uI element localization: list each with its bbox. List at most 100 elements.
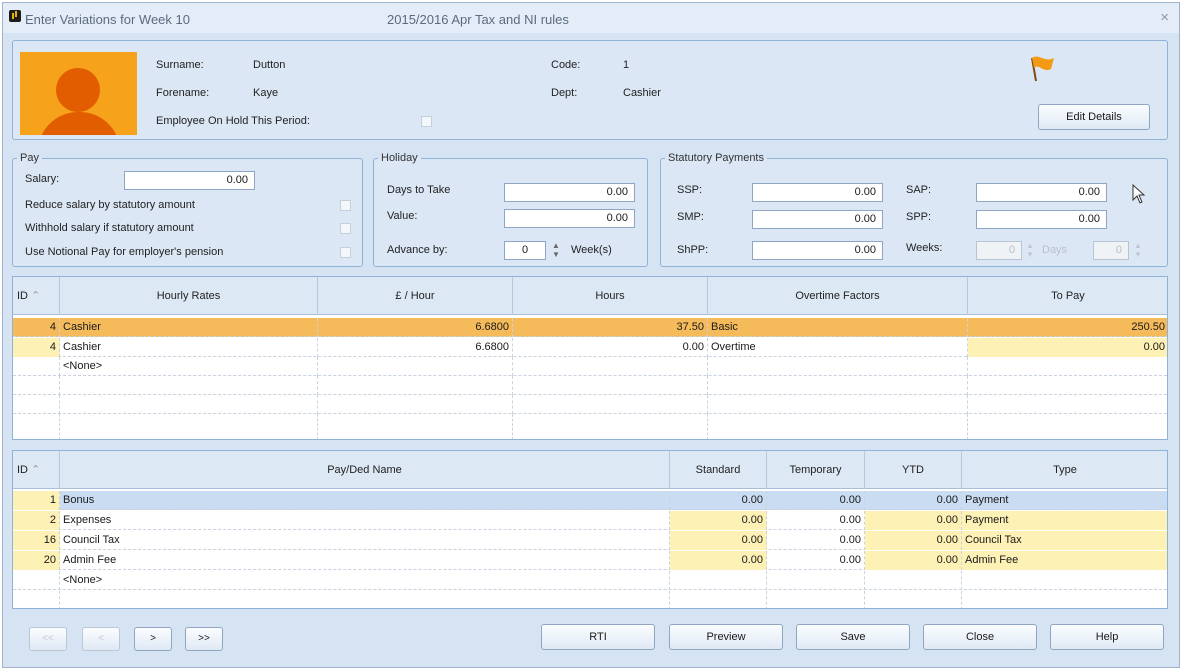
stat-weeks-input[interactable]: 0: [976, 241, 1022, 260]
title-bar: Enter Variations for Week 10 2015/2016 A…: [3, 3, 1179, 33]
holiday-value-label: Value:: [387, 210, 418, 222]
cell-name: Expenses: [60, 511, 670, 530]
cell-name: <None>: [60, 571, 670, 590]
salary-input[interactable]: 0.00: [124, 171, 255, 190]
help-button[interactable]: Help: [1050, 624, 1164, 650]
hourly-col-name[interactable]: Hourly Rates: [60, 277, 318, 315]
cell-factor: Overtime: [708, 338, 968, 357]
pay-legend: Pay: [20, 152, 39, 164]
table-row[interactable]: 2 Expenses 0.00 0.00 0.00 Payment: [13, 511, 1167, 530]
dept-label: Dept:: [551, 87, 578, 99]
cell-id: 4: [13, 318, 60, 337]
close-button[interactable]: Close: [923, 624, 1037, 650]
payded-grid-header: ID ⌃ Pay/Ded Name Standard Temporary YTD…: [13, 451, 1167, 489]
cell-rate: 6.6800: [318, 338, 513, 357]
reduce-salary-checkbox[interactable]: [340, 200, 351, 211]
empty-row: [13, 395, 1167, 414]
surname-value: Dutton: [253, 59, 286, 71]
empty-cell: [13, 414, 60, 439]
cell-factor: Basic: [708, 318, 968, 337]
on-hold-label: Employee On Hold This Period:: [156, 115, 310, 127]
cell-type: [962, 571, 1167, 590]
table-row[interactable]: 16 Council Tax 0.00 0.00 0.00 Council Ta…: [13, 531, 1167, 550]
cell-type: Payment: [962, 511, 1167, 530]
cell-ytd: 0.00: [865, 491, 962, 510]
statutory-legend: Statutory Payments: [668, 152, 764, 164]
cell-hours: 37.50: [513, 318, 708, 337]
payded-col-standard[interactable]: Standard: [670, 451, 767, 489]
cell-id: 2: [13, 511, 60, 530]
empty-cell: [513, 395, 708, 414]
advance-by-label: Advance by:: [387, 244, 448, 256]
stat-days-label: Days: [1042, 244, 1068, 256]
payded-col-name[interactable]: Pay/Ded Name: [60, 451, 670, 489]
hourly-col-hours[interactable]: Hours: [513, 277, 708, 315]
cell-name: Admin Fee: [60, 551, 670, 570]
edit-details-button[interactable]: Edit Details: [1038, 104, 1150, 130]
first-record-button[interactable]: <<: [29, 627, 67, 651]
ssp-input[interactable]: 0.00: [752, 183, 883, 202]
reduce-salary-label: Reduce salary by statutory amount: [25, 199, 195, 211]
cell-topay: 0.00: [968, 338, 1167, 357]
stat-weeks-spinner[interactable]: ▲ ▼: [1022, 241, 1038, 260]
rti-button[interactable]: RTI: [541, 624, 655, 650]
days-to-take-input[interactable]: 0.00: [504, 183, 635, 202]
app-icon: [9, 10, 21, 22]
cell-type: Council Tax: [962, 531, 1167, 550]
table-row[interactable]: 4 Cashier 6.6800 0.00 Overtime 0.00: [13, 338, 1167, 357]
cell-temporary: [767, 571, 865, 590]
table-row[interactable]: 1 Bonus 0.00 0.00 0.00 Payment: [13, 491, 1167, 510]
sap-input[interactable]: 0.00: [976, 183, 1107, 202]
table-row[interactable]: 20 Admin Fee 0.00 0.00 0.00 Admin Fee: [13, 551, 1167, 570]
forename-value: Kaye: [253, 87, 279, 99]
preview-button[interactable]: Preview: [669, 624, 783, 650]
smp-input[interactable]: 0.00: [752, 210, 883, 229]
close-icon[interactable]: ×: [1160, 9, 1169, 26]
previous-record-button[interactable]: <: [82, 627, 120, 651]
cell-temporary: 0.00: [767, 491, 865, 510]
stat-days-input[interactable]: 0: [1093, 241, 1129, 260]
hourly-col-factors[interactable]: Overtime Factors: [708, 277, 968, 315]
cell-name: Council Tax: [60, 531, 670, 550]
next-record-button[interactable]: >: [134, 627, 172, 651]
notional-pay-checkbox[interactable]: [340, 247, 351, 258]
stat-days-spinner[interactable]: ▲ ▼: [1130, 241, 1146, 260]
mouse-cursor-icon: [1132, 184, 1146, 204]
hourly-col-id[interactable]: ID ⌃: [13, 277, 60, 315]
stat-weeks-label: Weeks:: [906, 242, 943, 254]
empty-row: [13, 376, 1167, 395]
cell-id: 20: [13, 551, 60, 570]
cell-ytd: [865, 571, 962, 590]
payded-col-temporary[interactable]: Temporary: [767, 451, 865, 489]
weeks-unit-label: Week(s): [571, 244, 612, 256]
save-button[interactable]: Save: [796, 624, 910, 650]
cell-name: Cashier: [60, 318, 318, 337]
hourly-col-rate[interactable]: £ / Hour: [318, 277, 513, 315]
empty-cell: [13, 591, 60, 608]
payded-col-ytd[interactable]: YTD: [865, 451, 962, 489]
last-record-button[interactable]: >>: [185, 627, 223, 651]
table-row[interactable]: <None>: [13, 357, 1167, 376]
dept-value: Cashier: [623, 87, 661, 99]
tax-rules-label: 2015/2016 Apr Tax and NI rules: [387, 12, 569, 27]
holiday-value-input[interactable]: 0.00: [504, 209, 635, 228]
shpp-input[interactable]: 0.00: [752, 241, 883, 260]
on-hold-checkbox[interactable]: [421, 116, 432, 127]
spp-input[interactable]: 0.00: [976, 210, 1107, 229]
table-row[interactable]: 4 Cashier 6.6800 37.50 Basic 250.50: [13, 318, 1167, 337]
payded-col-type[interactable]: Type: [962, 451, 1167, 489]
avatar-body: [38, 112, 120, 135]
hourly-col-topay[interactable]: To Pay: [968, 277, 1167, 315]
payded-col-id[interactable]: ID ⌃: [13, 451, 60, 489]
advance-spinner[interactable]: ▲ ▼: [548, 241, 564, 260]
empty-cell: [60, 591, 670, 608]
employee-panel: Surname: Dutton Forename: Kaye Employee …: [12, 40, 1168, 140]
forename-label: Forename:: [156, 87, 210, 99]
cell-standard: [670, 571, 767, 590]
advance-weeks-input[interactable]: 0: [504, 241, 546, 260]
code-value: 1: [623, 59, 630, 71]
withhold-salary-checkbox[interactable]: [340, 223, 351, 234]
empty-cell: [60, 395, 318, 414]
empty-cell: [708, 376, 968, 395]
table-row[interactable]: <None>: [13, 571, 1167, 590]
